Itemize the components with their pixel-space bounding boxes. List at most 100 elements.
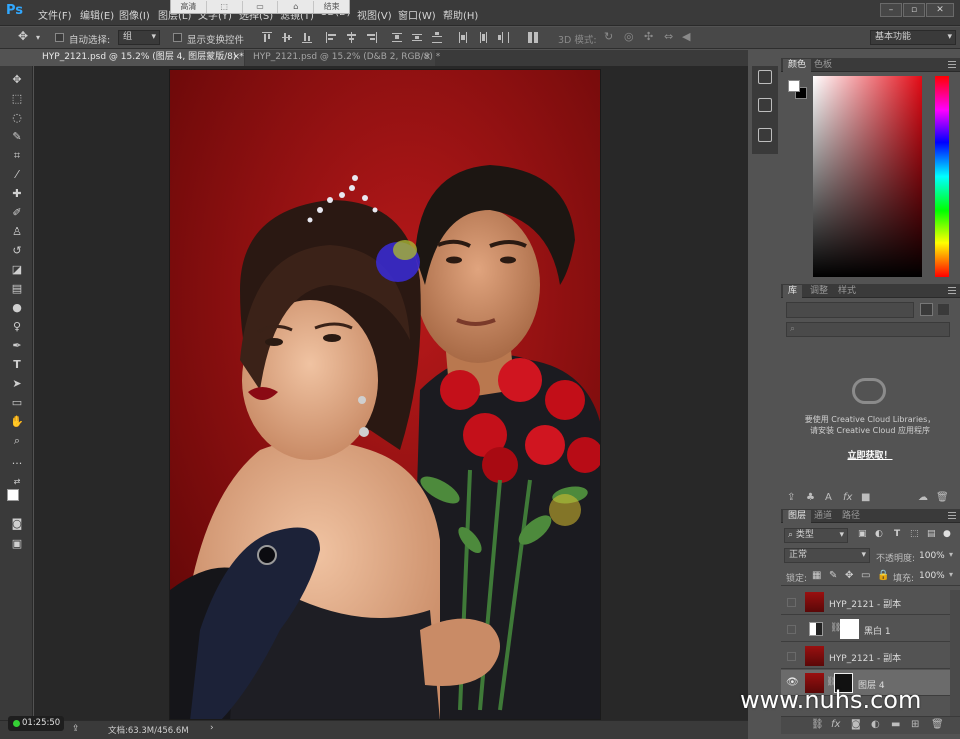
- lock-transparent-icon[interactable]: ▦: [812, 570, 821, 581]
- chevron-down-icon[interactable]: ▾: [949, 550, 953, 559]
- lock-pixels-icon[interactable]: ✎: [829, 570, 837, 581]
- library-search-input[interactable]: ⌕: [786, 322, 950, 337]
- tab-channels[interactable]: 通道: [809, 510, 837, 523]
- fill-value[interactable]: 100%: [919, 571, 945, 581]
- distribute-left-icon[interactable]: [458, 32, 468, 43]
- distribute-vcenter-icon[interactable]: [412, 32, 422, 43]
- visibility-toggle[interactable]: [787, 598, 796, 607]
- close-icon[interactable]: ×: [232, 50, 240, 65]
- menu-help[interactable]: 帮助(H): [443, 7, 478, 22]
- properties-panel-icon[interactable]: [758, 98, 772, 112]
- overlay-window-button[interactable]: ▭: [243, 0, 279, 13]
- hue-slider[interactable]: [935, 76, 949, 277]
- overlay-hd-button[interactable]: 高清: [171, 0, 207, 13]
- trash-icon[interactable]: 🗑: [931, 719, 944, 730]
- canvas-area[interactable]: [34, 66, 748, 720]
- workspace-dropdown[interactable]: 基本功能 ▾: [870, 30, 956, 45]
- filter-adjustment-icon[interactable]: ◐: [875, 529, 883, 539]
- export-icon[interactable]: ⇪: [72, 724, 80, 734]
- close-icon[interactable]: ×: [423, 50, 431, 65]
- screen-mode-icon[interactable]: ▣: [9, 536, 25, 552]
- cloud-sync-icon[interactable]: ☁: [918, 492, 928, 503]
- move-tool-icon[interactable]: ✥: [18, 29, 28, 43]
- add-layer-style-icon[interactable]: fx: [843, 492, 852, 503]
- distribute-top-icon[interactable]: [392, 32, 402, 43]
- panel-menu-icon[interactable]: [948, 61, 956, 68]
- lasso-tool-icon[interactable]: ◌: [9, 110, 25, 126]
- filter-pixel-icon[interactable]: ▣: [858, 529, 867, 539]
- align-bottom-icon[interactable]: [302, 32, 312, 43]
- trash-icon[interactable]: 🗑: [936, 492, 949, 503]
- tool-preset-chevron-icon[interactable]: ▾: [36, 33, 40, 42]
- show-transform-checkbox[interactable]: [173, 33, 182, 42]
- tab-paths[interactable]: 路径: [837, 510, 865, 523]
- history-brush-tool-icon[interactable]: ↺: [9, 243, 25, 259]
- tab-layers[interactable]: 图层: [783, 510, 812, 523]
- add-text-icon[interactable]: A: [825, 492, 832, 503]
- tab-document-1[interactable]: HYP_2121.psd @ 15.2% (图层 4, 图层蒙版/8) * ×: [34, 50, 244, 66]
- minimize-button[interactable]: –: [880, 3, 902, 17]
- quick-mask-icon[interactable]: ◙: [9, 516, 25, 532]
- more-tools-icon[interactable]: ···: [9, 456, 25, 472]
- lock-artboard-icon[interactable]: ▭: [861, 570, 870, 581]
- link-layers-icon[interactable]: ⛓: [811, 719, 824, 730]
- chevron-down-icon[interactable]: ▾: [949, 570, 953, 579]
- 3d-roll-icon[interactable]: ◎: [624, 30, 634, 43]
- 3d-pan-icon[interactable]: ✣: [644, 30, 653, 43]
- document-photo[interactable]: [169, 69, 601, 720]
- quick-select-tool-icon[interactable]: ✎: [9, 129, 25, 145]
- 3d-scale-icon[interactable]: ◀: [682, 30, 690, 43]
- opacity-value[interactable]: 100%: [919, 551, 945, 561]
- 3d-slide-icon[interactable]: ⇔: [664, 30, 673, 43]
- align-right-icon[interactable]: [366, 32, 377, 43]
- get-now-link[interactable]: 立即获取！: [790, 448, 950, 461]
- upload-icon[interactable]: ⇪: [787, 492, 795, 503]
- healing-brush-tool-icon[interactable]: ✚: [9, 186, 25, 202]
- overlay-lock-button[interactable]: ⌂: [278, 0, 315, 13]
- add-layer-style-icon[interactable]: fx: [831, 719, 840, 730]
- distribute-bottom-icon[interactable]: [432, 32, 442, 43]
- filter-shape-icon[interactable]: ⬚: [910, 529, 919, 539]
- layer-filter-dropdown[interactable]: ⌕ 类型 ▾: [784, 528, 848, 543]
- add-graphic-icon[interactable]: ♣: [806, 492, 815, 503]
- lock-position-icon[interactable]: ✥: [845, 570, 853, 581]
- color-field[interactable]: [813, 76, 922, 277]
- info-panel-icon[interactable]: [758, 128, 772, 142]
- marquee-tool-icon[interactable]: ⬚: [9, 91, 25, 107]
- align-top-icon[interactable]: [262, 32, 272, 43]
- distribute-hcenter-icon[interactable]: [478, 32, 488, 43]
- brush-tool-icon[interactable]: ✐: [9, 205, 25, 221]
- eraser-tool-icon[interactable]: ◪: [9, 262, 25, 278]
- grid-view-icon[interactable]: [920, 303, 933, 316]
- layers-scrollbar[interactable]: [950, 590, 960, 720]
- pen-tool-icon[interactable]: ✒: [9, 338, 25, 354]
- foreground-color-swatch[interactable]: [7, 489, 19, 501]
- close-window-button[interactable]: ✕: [926, 3, 954, 17]
- crop-tool-icon[interactable]: ⌗: [9, 148, 25, 164]
- new-group-icon[interactable]: ▬: [891, 719, 900, 730]
- layer-row[interactable]: HYP_2121 - 副本: [781, 643, 950, 669]
- dodge-tool-icon[interactable]: ♀: [9, 319, 25, 335]
- menu-image[interactable]: 图像(I): [119, 7, 150, 22]
- lock-all-icon[interactable]: 🔒: [877, 570, 889, 581]
- add-fill-icon[interactable]: ■: [861, 492, 870, 503]
- auto-select-dropdown[interactable]: 组 ▾: [118, 30, 160, 45]
- new-adjustment-icon[interactable]: ◐: [871, 719, 880, 730]
- tab-document-2[interactable]: HYP_2121.psd @ 15.2% (D&B 2, RGB/8) * ×: [245, 50, 440, 66]
- align-vcenter-icon[interactable]: [282, 32, 292, 43]
- menu-view[interactable]: 视图(V): [357, 7, 392, 22]
- zoom-tool-icon[interactable]: ⌕: [9, 433, 25, 449]
- tab-libraries[interactable]: 库: [783, 285, 803, 298]
- align-left-icon[interactable]: [326, 32, 336, 43]
- filter-type-icon[interactable]: T: [894, 529, 900, 539]
- auto-select-checkbox[interactable]: [55, 33, 64, 42]
- tab-adjustments[interactable]: 调整: [805, 285, 833, 298]
- filter-toggle-icon[interactable]: ●: [943, 529, 951, 539]
- distribute-right-icon[interactable]: [498, 32, 509, 43]
- move-tool-icon[interactable]: ✥: [9, 72, 25, 88]
- tab-color[interactable]: 颜色: [783, 59, 812, 72]
- clone-stamp-tool-icon[interactable]: ♙: [9, 224, 25, 240]
- tab-styles[interactable]: 样式: [833, 285, 861, 298]
- library-dropdown[interactable]: [786, 302, 914, 318]
- list-view-icon[interactable]: [937, 303, 950, 316]
